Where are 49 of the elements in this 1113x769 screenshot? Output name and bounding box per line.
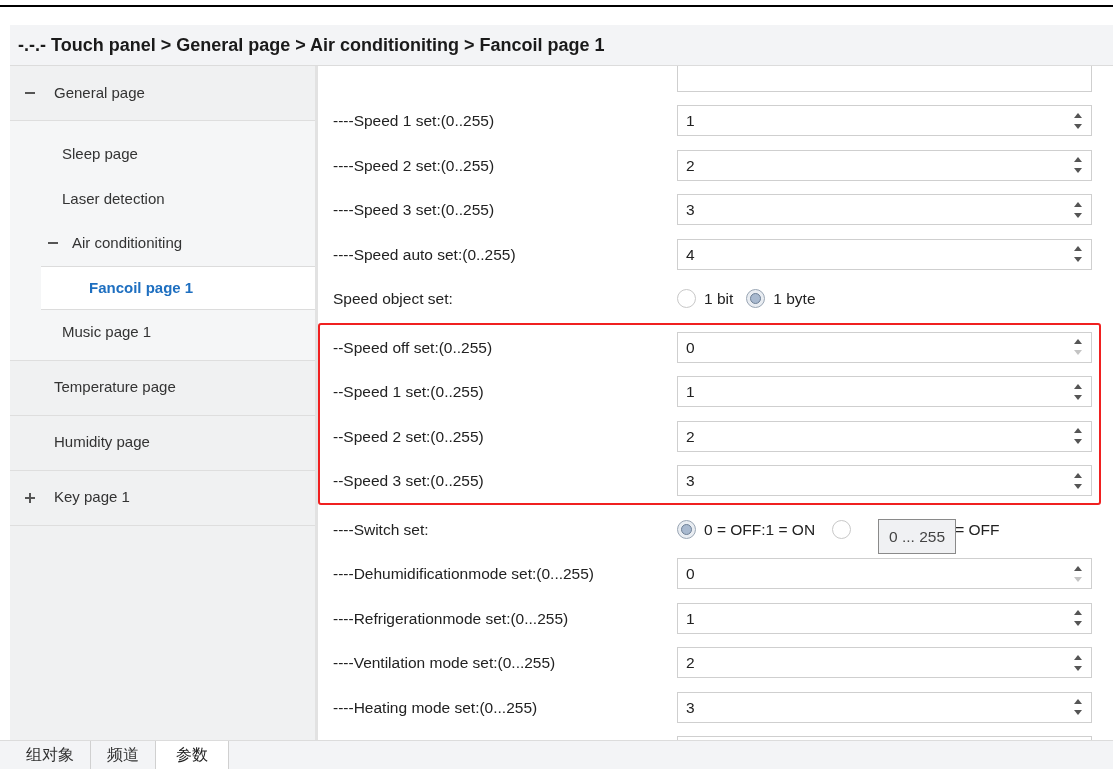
tree-item[interactable]: Sleep page: [62, 143, 138, 166]
setting-label: --Speed 1 set:(0..255): [333, 382, 485, 403]
number-field[interactable]: 1: [677, 602, 1092, 634]
number-field[interactable]: 0: [677, 558, 1092, 590]
number-field[interactable]: 4: [677, 238, 1092, 270]
radio-label[interactable]: 1 byte: [773, 287, 816, 311]
setting-label: --Speed 2 set:(0..255): [333, 426, 485, 447]
radio-label[interactable]: 0 = OFF:1 = ON: [704, 517, 816, 541]
tree-item[interactable]: Music page 1: [62, 321, 152, 344]
setting-label: ----Speed auto set:(0..255): [333, 244, 517, 265]
tree-item[interactable]: General page: [54, 81, 145, 105]
radio-label[interactable]: 1 bit: [704, 287, 734, 311]
setting-label: ----Speed 3 set:(0..255): [333, 200, 496, 221]
number-field[interactable]: 3: [677, 465, 1092, 497]
tab[interactable]: 参数: [156, 741, 229, 769]
radio-label[interactable]: = OFF: [955, 517, 1000, 541]
number-field[interactable]: 2: [677, 647, 1092, 679]
setting-label: ----Refrigerationmode set:(0...255): [333, 608, 570, 629]
number-field[interactable]: 1: [677, 376, 1092, 408]
radio-button[interactable]: [832, 519, 852, 539]
number-field[interactable]: 2: [677, 149, 1092, 181]
tree-item[interactable]: Humidity page: [54, 431, 150, 454]
radio-button[interactable]: [746, 289, 766, 309]
number-field[interactable]: 1: [677, 105, 1092, 137]
tree-item[interactable]: Temperature page: [54, 376, 176, 399]
setting-label: ----Switch set:: [333, 519, 430, 540]
setting-label: ----Ventilation mode set:(0...255): [333, 653, 557, 674]
setting-label: ----Speed 1 set:(0..255): [333, 111, 496, 132]
number-field[interactable]: [677, 66, 1092, 92]
setting-label: --Speed off set:(0..255): [333, 337, 494, 358]
number-field[interactable]: 0: [677, 331, 1092, 363]
tree-item[interactable]: Key page 1: [54, 486, 130, 509]
breadcrumb: -.-.- Touch panel > General page > Air conditioniting > Fancoil page 1: [18, 33, 605, 57]
setting-label: ----Heating mode set:(0...255): [333, 697, 539, 718]
tree-item[interactable]: Air conditioniting: [72, 232, 183, 255]
setting-label: ----Speed 2 set:(0..255): [333, 155, 496, 176]
number-field[interactable]: 3: [677, 194, 1092, 226]
expand-icon[interactable]: [24, 491, 36, 504]
tree-item[interactable]: Laser detection: [62, 187, 165, 210]
tooltip: 0 ... 255: [878, 519, 956, 554]
setting-label: Speed object set:: [333, 289, 454, 310]
number-field[interactable]: 3: [677, 691, 1092, 723]
number-field[interactable]: 2: [677, 420, 1092, 452]
radio-button[interactable]: [677, 289, 696, 309]
setting-label: --Speed 3 set:(0..255): [333, 471, 485, 492]
tab[interactable]: 组对象: [10, 741, 91, 769]
radio-button[interactable]: [677, 519, 696, 539]
setting-label: ----Dehumidificationmode set:(0...255): [333, 564, 596, 585]
tree-item[interactable]: Fancoil page 1: [89, 276, 194, 299]
